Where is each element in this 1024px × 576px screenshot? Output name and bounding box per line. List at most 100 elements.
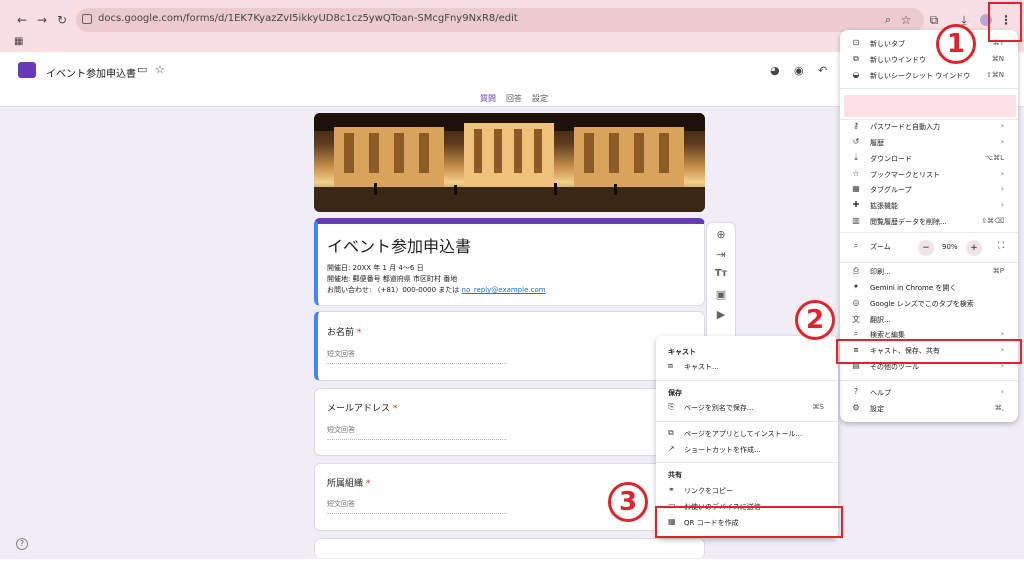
menu-item-label: タブグループ — [870, 186, 912, 194]
star-icon: ☆ — [852, 169, 860, 178]
trash-icon: ▥ — [852, 216, 860, 225]
site-info-icon[interactable] — [82, 14, 92, 24]
menu-item-label: 翻訳... — [870, 316, 891, 324]
question-label-org[interactable]: 所属組織 * — [327, 476, 370, 489]
question-card-email[interactable] — [314, 388, 705, 456]
submenu-install-app[interactable]: ⧉ ページをアプリとしてインストール... — [668, 428, 834, 442]
extensions-icon: ✚ — [852, 200, 860, 209]
menu-separator — [840, 88, 1018, 89]
menu-item-new-window[interactable]: ⧉ 新しいウインドウ ⌘N — [850, 54, 1014, 69]
zoom-icon: ⌕ — [853, 241, 859, 250]
menu-item-label: パスワードと自動入力 — [870, 123, 940, 131]
add-title-icon[interactable]: Tт — [712, 268, 730, 284]
save-page-icon: ⎘ — [668, 402, 675, 411]
submenu-save-header: 保存 — [668, 389, 682, 397]
short-answer-email: 短文回答 — [327, 425, 507, 440]
chevron-right-icon: › — [1000, 200, 1004, 209]
form-doc-title[interactable]: イベント参加申込書 — [46, 65, 136, 80]
menu-item-label: 新しいウインドウ — [870, 56, 926, 64]
question-label-name[interactable]: お名前 * — [327, 325, 361, 338]
submenu-create-shortcut[interactable]: ↗ ショートカットを作成... — [668, 444, 834, 458]
menu-item-shortcut: ⇧⌘N — [985, 71, 1004, 79]
help-icon[interactable]: ? — [16, 538, 28, 550]
key-icon: ⚷ — [853, 121, 859, 130]
menu-item-star[interactable]: ☆ ブックマークとリスト › — [850, 169, 1014, 184]
submenu-separator — [656, 421, 838, 422]
tab-groups-icon: ▦ — [852, 184, 860, 193]
menu-item-lens[interactable]: ◎ Google レンズでこのタブを検索 — [850, 298, 1014, 313]
menu-item-label: 印刷... — [870, 268, 891, 276]
submenu-copy-link[interactable]: ⚭ リンクをコピー — [668, 485, 834, 499]
zoom-icon[interactable]: ⌕ — [880, 12, 896, 28]
menu-item-help[interactable]: ? ヘルプ › — [850, 387, 1014, 402]
add-question-icon[interactable]: ⊕ — [712, 228, 730, 244]
tab-responses[interactable]: 回答 — [506, 93, 522, 104]
menu-item-print[interactable]: ⎙ 印刷... ⌘P — [850, 266, 1014, 281]
apps-grid-icon[interactable]: ▦ — [14, 36, 23, 47]
zoom-out-button[interactable]: − — [918, 240, 934, 256]
submenu-save-page[interactable]: ⎘ ページを別名で保存... ⌘S — [668, 402, 834, 416]
menu-item-trash[interactable]: ▥ 閲覧履歴データを削除... ⇧⌘⌫ — [850, 216, 1014, 231]
question-label-email[interactable]: メールアドレス * — [327, 401, 397, 414]
translate-icon: 文 — [852, 315, 860, 324]
header-banner-image — [314, 113, 705, 212]
menu-separator — [840, 380, 1018, 381]
form-desc-date: 開催日: 20XX 年 1 月 4〜6 日 — [327, 264, 424, 272]
menu-item-history[interactable]: ↺ 履歴 › — [850, 137, 1014, 152]
folder-icon[interactable]: ▭ — [137, 63, 147, 76]
new-tab-icon: ⊡ — [852, 38, 860, 47]
preview-eye-icon[interactable]: ◉ — [794, 64, 804, 77]
incognito-icon: ◒ — [852, 70, 860, 79]
menu-item-key[interactable]: ⚷ パスワードと自動入力 › — [850, 121, 1014, 136]
zoom-value: 90% — [942, 243, 958, 251]
contact-email-link[interactable]: no_reply@example.com — [462, 286, 546, 294]
menu-item-gemini[interactable]: ✦ Gemini in Chrome を開く — [850, 282, 1014, 297]
tab-settings[interactable]: 設定 — [532, 93, 548, 104]
lens-icon: ◎ — [852, 298, 860, 307]
undo-icon[interactable]: ↶ — [818, 64, 827, 77]
forward-icon[interactable]: → — [34, 12, 50, 28]
submenu-cast-header: キャスト — [668, 348, 696, 356]
back-icon[interactable]: ← — [14, 12, 30, 28]
import-questions-icon[interactable]: ⇥ — [712, 248, 730, 264]
zoom-label: ズーム — [870, 243, 891, 251]
chevron-right-icon: › — [1000, 169, 1004, 178]
form-desc-contact: お問い合わせ: （+81）000-0000 または no_reply@examp… — [327, 285, 546, 295]
menu-item-shortcut: ⌘P — [992, 267, 1004, 275]
extensions-icon[interactable]: ⧉ — [926, 12, 942, 28]
download-icon: ⤓ — [854, 153, 858, 162]
zoom-in-button[interactable]: + — [966, 240, 982, 256]
menu-item-translate[interactable]: 文 翻訳... — [850, 314, 1014, 329]
question-card-name[interactable] — [314, 311, 705, 381]
palette-icon[interactable]: ◕ — [770, 64, 780, 77]
question-card-next[interactable] — [314, 538, 705, 558]
menu-item-tab-groups[interactable]: ▦ タブグループ › — [850, 184, 1014, 199]
chevron-right-icon: › — [1000, 329, 1004, 338]
menu-item-label: 拡張機能 — [870, 202, 898, 210]
menu-item-shortcut: ⌘, — [994, 404, 1004, 412]
form-title[interactable]: イベント参加申込書 — [327, 233, 471, 257]
contact-prefix: お問い合わせ: （+81）000-0000 または — [327, 286, 462, 294]
reload-icon[interactable]: ↻ — [54, 12, 70, 28]
menu-item-label: ブックマークとリスト — [870, 171, 940, 179]
star-icon[interactable]: ☆ — [155, 63, 165, 76]
submenu-cast-item[interactable]: ⧈ キャスト... — [668, 361, 834, 375]
print-icon: ⎙ — [852, 266, 860, 275]
menu-item-label: ダウンロード — [870, 155, 912, 163]
form-desc-location: 開催地: 郵便番号 都道府県 市区町村 番地 — [327, 275, 458, 283]
add-image-icon[interactable]: ▣ — [712, 288, 730, 304]
menu-separator — [840, 262, 1018, 263]
menu-item-shortcut: ⌥⌘L — [985, 154, 1004, 162]
menu-item-incognito[interactable]: ◒ 新しいシークレット ウインドウ ⇧⌘N — [850, 70, 1014, 85]
add-video-icon[interactable]: ▶ — [712, 308, 730, 324]
menu-item-download[interactable]: ⤓ ダウンロード ⌥⌘L — [850, 153, 1014, 168]
history-icon: ↺ — [852, 137, 860, 146]
menu-item-extensions[interactable]: ✚ 拡張機能 › — [850, 200, 1014, 215]
url-text[interactable]: docs.google.com/forms/d/1EK7KyazZvI5ikky… — [98, 13, 518, 24]
fullscreen-icon[interactable]: ⛶ — [998, 241, 1004, 251]
menu-item-settings[interactable]: ⚙ 設定 ⌘, — [850, 403, 1014, 418]
short-answer-org: 短文回答 — [327, 499, 507, 514]
bookmark-star-icon[interactable]: ☆ — [898, 12, 914, 28]
link-icon: ⚭ — [668, 485, 675, 494]
menu-separator — [840, 119, 1018, 120]
